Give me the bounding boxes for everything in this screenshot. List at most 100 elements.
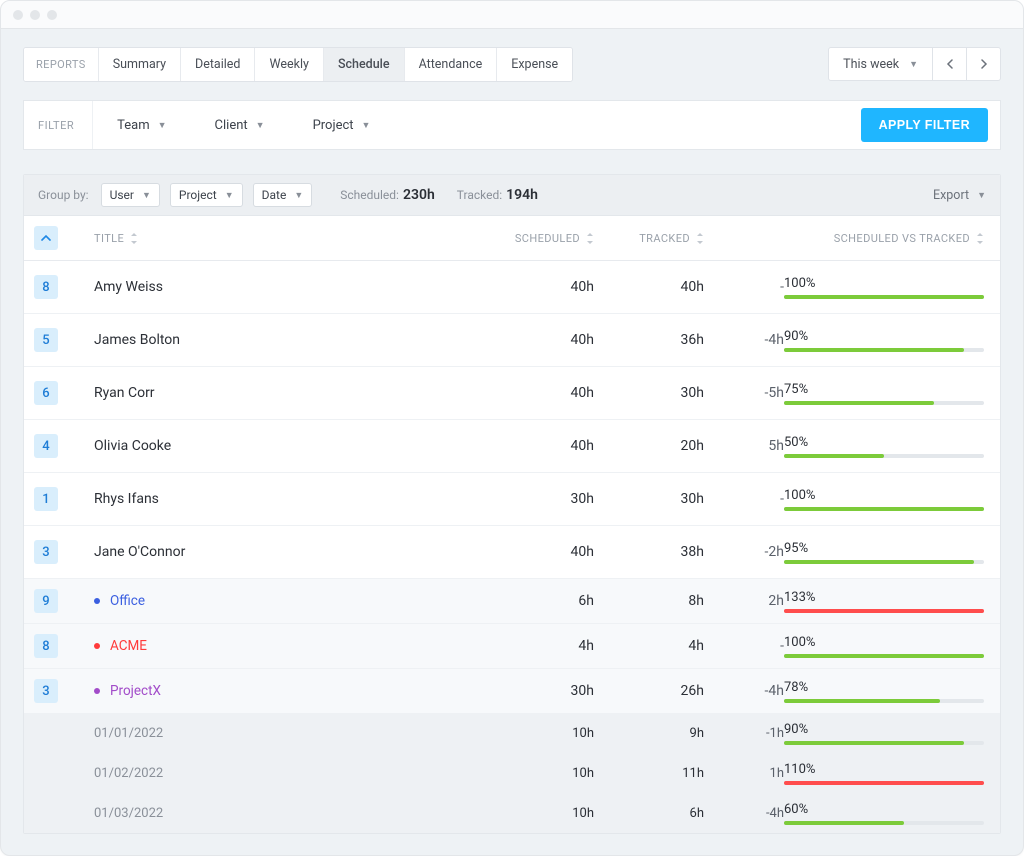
expand-row-badge[interactable]: 8 [34, 275, 58, 299]
cell-scheduled: 30h [484, 683, 594, 699]
progress-track [784, 741, 984, 745]
progress-fill [784, 348, 964, 352]
cell-scheduled: 40h [484, 279, 594, 295]
report-panel: Group by: User▼Project▼Date▼ Scheduled:2… [23, 174, 1001, 834]
cell-progress: 60% [784, 802, 984, 825]
expand-row-badge[interactable]: 9 [34, 589, 58, 613]
filter-team-label: Team [117, 118, 150, 133]
progress-percent: 100% [784, 488, 984, 503]
cell-delta: -5h [704, 385, 784, 401]
cell-tracked: 11h [594, 766, 704, 781]
cell-progress: 90% [784, 722, 984, 745]
tab-summary[interactable]: Summary [99, 48, 181, 81]
date-range-prev[interactable] [933, 47, 967, 81]
cell-tracked: 30h [594, 385, 704, 401]
app-window: REPORTS SummaryDetailedWeeklyScheduleAtt… [0, 0, 1024, 856]
progress-fill [784, 295, 984, 299]
cell-progress: 78% [784, 680, 984, 703]
progress-fill [784, 560, 974, 564]
progress-percent: 110% [784, 762, 984, 777]
cell-scheduled: 6h [484, 593, 594, 609]
column-tracked[interactable]: TRACKED [639, 232, 704, 245]
sort-icon [976, 233, 984, 244]
chevron-down-icon: ▼ [977, 190, 986, 201]
project-name[interactable]: Office [110, 593, 145, 609]
table-row: 3ProjectX30h26h-4h78% [24, 669, 1000, 714]
filter-project[interactable]: Project ▼ [289, 101, 395, 149]
export-button[interactable]: Export ▼ [933, 188, 986, 203]
cell-scheduled: 30h [484, 491, 594, 507]
expand-row-badge[interactable]: 1 [34, 487, 58, 511]
progress-percent: 100% [784, 635, 984, 650]
chevron-down-icon: ▼ [362, 120, 371, 131]
expand-row-badge[interactable]: 8 [34, 634, 58, 658]
expand-row-badge[interactable]: 5 [34, 328, 58, 352]
chevron-up-icon [41, 234, 51, 242]
cell-tracked: 9h [594, 726, 704, 741]
groupby-select-date[interactable]: Date▼ [253, 183, 313, 207]
row-title: Ryan Corr [94, 385, 484, 401]
cell-progress: 75% [784, 382, 984, 405]
expand-row-badge[interactable]: 4 [34, 434, 58, 458]
cell-tracked: 30h [594, 491, 704, 507]
cell-progress: 100% [784, 635, 984, 658]
progress-fill [784, 699, 940, 703]
table-row: 3Jane O'Connor40h38h-2h95% [24, 526, 1000, 579]
tab-schedule[interactable]: Schedule [324, 48, 405, 81]
filter-client[interactable]: Client ▼ [191, 101, 289, 149]
cell-progress: 133% [784, 590, 984, 613]
table-body: 8Amy Weiss40h40h-100%5James Bolton40h36h… [24, 261, 1000, 833]
cell-delta: - [704, 279, 784, 295]
progress-fill [784, 401, 934, 405]
tab-detailed[interactable]: Detailed [181, 48, 255, 81]
tab-attendance[interactable]: Attendance [405, 48, 498, 81]
filter-client-label: Client [215, 118, 248, 133]
project-name[interactable]: ACME [110, 638, 147, 654]
apply-filter-button[interactable]: APPLY FILTER [861, 108, 988, 142]
cell-tracked: 40h [594, 279, 704, 295]
row-title: Amy Weiss [94, 279, 484, 295]
collapse-all-button[interactable] [34, 226, 58, 250]
cell-progress: 110% [784, 762, 984, 785]
progress-track [784, 507, 984, 511]
groupby-select-project[interactable]: Project▼ [170, 183, 243, 207]
sort-icon [586, 233, 594, 244]
progress-percent: 78% [784, 680, 984, 695]
cell-delta: -4h [704, 332, 784, 348]
window-dot-icon [30, 10, 40, 20]
row-title: Office [94, 593, 484, 609]
filter-bar: FILTER Team ▼ Client ▼ Project ▼ APPLY F… [23, 100, 1001, 150]
chevron-down-icon: ▼ [158, 120, 167, 131]
cell-delta: 2h [704, 593, 784, 609]
table-row: 01/02/202210h11h1h110% [24, 754, 1000, 794]
column-scheduled-vs-tracked[interactable]: SCHEDULED VS TRACKED [834, 232, 984, 245]
date-range-next[interactable] [967, 47, 1001, 81]
column-title[interactable]: TITLE [94, 232, 484, 245]
groupby-select-user[interactable]: User▼ [101, 183, 160, 207]
cell-delta: -4h [704, 806, 784, 821]
cell-tracked: 8h [594, 593, 704, 609]
cell-delta: 5h [704, 438, 784, 454]
date-range-button[interactable]: This week ▼ [828, 47, 933, 81]
expand-row-badge[interactable]: 3 [34, 679, 58, 703]
chevron-down-icon: ▼ [909, 59, 918, 70]
cell-progress: 95% [784, 541, 984, 564]
expand-row-badge[interactable]: 3 [34, 540, 58, 564]
row-title: Olivia Cooke [94, 438, 484, 454]
app-content: REPORTS SummaryDetailedWeeklyScheduleAtt… [1, 29, 1023, 855]
project-name[interactable]: ProjectX [110, 683, 161, 699]
row-title: 01/03/2022 [94, 806, 484, 821]
cell-progress: 100% [784, 276, 984, 299]
cell-delta: -4h [704, 683, 784, 699]
expand-row-badge[interactable]: 6 [34, 381, 58, 405]
progress-track [784, 609, 984, 613]
progress-track [784, 454, 984, 458]
table-row: 5James Bolton40h36h-4h90% [24, 314, 1000, 367]
filter-team[interactable]: Team ▼ [93, 101, 190, 149]
tab-weekly[interactable]: Weekly [255, 48, 323, 81]
tab-expense[interactable]: Expense [497, 48, 572, 81]
progress-fill [784, 741, 964, 745]
column-scheduled[interactable]: SCHEDULED [515, 232, 594, 245]
progress-fill [784, 609, 984, 613]
progress-percent: 95% [784, 541, 984, 556]
